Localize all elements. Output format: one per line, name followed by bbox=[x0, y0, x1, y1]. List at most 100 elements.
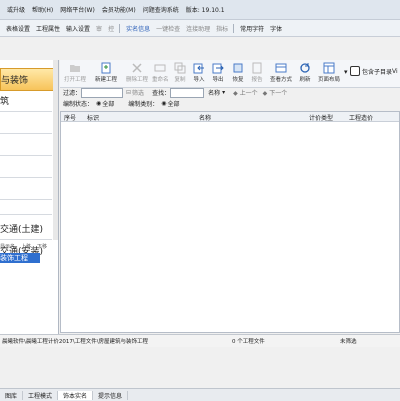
next-button[interactable]: ◆ 下一个 bbox=[263, 88, 288, 97]
rename-button[interactable]: 重命名 bbox=[152, 62, 169, 86]
restore-icon bbox=[233, 63, 243, 73]
menu-upgrade[interactable]: 或升级 bbox=[7, 5, 25, 14]
nav-item-decoration[interactable]: 与装饰 bbox=[0, 68, 54, 91]
toolbar-audit[interactable]: 审 bbox=[96, 24, 102, 33]
nav-item-traffic-civil[interactable]: 交通(土建) bbox=[0, 218, 52, 240]
left-nav-panel: 与装饰 筑 交通(土建) 交通(安装) 显示名 上移 下移 装饰工程 bbox=[0, 60, 59, 350]
filter-label: 过滤： bbox=[63, 90, 82, 97]
chevron-down-icon[interactable]: ▾ bbox=[344, 68, 348, 76]
menu-bar: 或升级 帮助(H) 网络平台(W) 会员功能(M) 问题查询系统 版本: 19.… bbox=[0, 0, 400, 20]
open-project-button[interactable]: 打开工程 bbox=[64, 62, 86, 86]
col-index[interactable]: 序号 bbox=[64, 113, 76, 122]
tree-item-decoration[interactable]: 装饰工程 bbox=[0, 253, 40, 263]
layout-icon bbox=[323, 62, 335, 74]
separator bbox=[233, 23, 235, 33]
nav-item[interactable] bbox=[0, 112, 52, 134]
view-mode-icon bbox=[275, 63, 287, 73]
status-bar: 晨曦软件\晨曦工程计价2017\工程文件\房屋建筑与装饰工程 0 个工程文件 未… bbox=[0, 334, 400, 347]
import-icon bbox=[193, 63, 204, 74]
col-name[interactable]: 名称 bbox=[199, 113, 211, 122]
report-icon bbox=[252, 62, 262, 74]
category-value: 全部 bbox=[167, 101, 180, 108]
rename-icon bbox=[154, 64, 166, 72]
nav-item[interactable] bbox=[0, 134, 52, 156]
separator bbox=[119, 23, 121, 33]
search-input[interactable] bbox=[170, 87, 205, 98]
status-path: 晨曦软件\晨曦工程计价2017\工程文件\房屋建筑与装饰工程 bbox=[2, 339, 149, 345]
tree-move-down[interactable]: 下移 bbox=[37, 243, 47, 251]
button-label: 删除工程 bbox=[126, 77, 149, 83]
tab-library[interactable]: 图库 bbox=[0, 390, 24, 400]
button-label: 报告 bbox=[251, 77, 263, 83]
top-toolbar: 表格设置 工程属性 输入设置 审 控 实名信息 一键检查 连接助理 指标 常用字… bbox=[0, 20, 400, 37]
nav-item-label: 筑 bbox=[0, 97, 10, 107]
refresh-icon bbox=[300, 63, 310, 73]
report-button[interactable]: 报告 bbox=[251, 62, 263, 86]
view-mode-button[interactable]: 查看方式 bbox=[270, 62, 292, 86]
main-toolbar: 打开工程 新建工程 删除工程 重命名 复制 导入 导出 恢复 报告 查看方式 刷… bbox=[60, 60, 400, 88]
button-label: 导出 bbox=[212, 77, 224, 83]
filter-check[interactable]: 筛选 bbox=[132, 88, 144, 97]
toolbar-table-settings[interactable]: 表格设置 bbox=[6, 24, 30, 33]
button-label: 页面布局 bbox=[318, 77, 341, 83]
tree-move-up[interactable]: 上移 bbox=[21, 243, 31, 251]
scrollbar[interactable] bbox=[53, 60, 58, 240]
options-row: 编制状态： ◉ 全部 编制类别： ◉ 全部 bbox=[60, 98, 400, 109]
nav-item-building[interactable]: 筑 bbox=[0, 90, 52, 112]
toolbar-one-click-check[interactable]: 一键检查 bbox=[156, 24, 180, 33]
toolbar-project-properties[interactable]: 工程属性 bbox=[36, 24, 60, 33]
refresh-button[interactable]: 刷新 bbox=[299, 62, 311, 86]
nav-item[interactable] bbox=[0, 156, 52, 178]
radio-icon[interactable]: ◉ bbox=[96, 100, 101, 107]
next-label: 下一个 bbox=[269, 90, 288, 97]
tab-project-mode[interactable]: 工程模式 bbox=[23, 390, 59, 400]
toolbar-common-chars[interactable]: 常用字符 bbox=[240, 24, 264, 33]
delete-project-button[interactable]: 删除工程 bbox=[126, 62, 148, 86]
menu-network-platform[interactable]: 网络平台(W) bbox=[60, 5, 95, 14]
col-pricing-type[interactable]: 计价类型 bbox=[309, 113, 333, 122]
filter-icon[interactable]: ⊟ bbox=[126, 89, 131, 96]
version-label: 版本: 19.10.1 bbox=[185, 7, 225, 14]
filter-input[interactable] bbox=[81, 87, 124, 98]
vi-label: Vi bbox=[392, 68, 398, 75]
status-filter: 未筛选 bbox=[340, 339, 357, 345]
prev-label: 上一个 bbox=[239, 90, 258, 97]
toolbar-indicator[interactable]: 指标 bbox=[216, 24, 228, 33]
restore-button[interactable]: 恢复 bbox=[232, 62, 244, 86]
status-label: 编制状态： bbox=[63, 101, 94, 108]
new-project-icon bbox=[101, 62, 111, 74]
tab-real-name[interactable]: 饰本实名 bbox=[58, 390, 94, 400]
new-project-button[interactable]: 新建工程 bbox=[95, 62, 117, 86]
bottom-tabs: 图库 工程模式 饰本实名 提示信息 bbox=[0, 388, 400, 401]
copy-button[interactable]: 复制 bbox=[174, 62, 186, 86]
export-icon bbox=[212, 63, 224, 74]
col-tag[interactable]: 标识 bbox=[87, 113, 99, 122]
toolbar-font[interactable]: 字体 bbox=[270, 24, 282, 33]
toolbar-control[interactable]: 控 bbox=[108, 24, 114, 33]
menu-member-functions[interactable]: 会员功能(M) bbox=[102, 5, 136, 14]
button-label: 复制 bbox=[174, 77, 186, 83]
menu-issue-query[interactable]: 问题查询系统 bbox=[143, 5, 179, 14]
tree-header: 显示名 上移 下移 bbox=[0, 243, 58, 251]
tab-tips[interactable]: 提示信息 bbox=[93, 390, 129, 400]
toolbar-connect-assistant[interactable]: 连接助理 bbox=[186, 24, 210, 33]
menu-help[interactable]: 帮助(H) bbox=[32, 5, 53, 14]
col-project-cost[interactable]: 工程造价 bbox=[349, 113, 373, 122]
chevron-down-icon[interactable]: ▾ bbox=[222, 89, 225, 96]
button-label: 查看方式 bbox=[270, 77, 293, 83]
nav-item-label: 交通(土建) bbox=[0, 225, 44, 235]
toolbar-input-settings[interactable]: 输入设置 bbox=[66, 24, 90, 33]
import-button[interactable]: 导入 bbox=[193, 62, 205, 86]
page-layout-button[interactable]: 页面布局 bbox=[318, 62, 340, 86]
nav-item[interactable] bbox=[0, 200, 52, 215]
include-subdir-checkbox[interactable]: 包含子目录 bbox=[350, 66, 392, 76]
delete-icon bbox=[132, 63, 142, 73]
radio-icon[interactable]: ◉ bbox=[161, 100, 166, 107]
export-button[interactable]: 导出 bbox=[212, 62, 224, 86]
prev-button[interactable]: ◆ 上一个 bbox=[233, 88, 258, 97]
search-label: 查找： bbox=[152, 90, 171, 97]
checkbox-box[interactable] bbox=[350, 66, 360, 76]
toolbar-real-name-info[interactable]: 实名信息 bbox=[126, 24, 150, 33]
search-field-select[interactable]: 名称 bbox=[208, 88, 220, 97]
nav-item[interactable] bbox=[0, 178, 52, 200]
